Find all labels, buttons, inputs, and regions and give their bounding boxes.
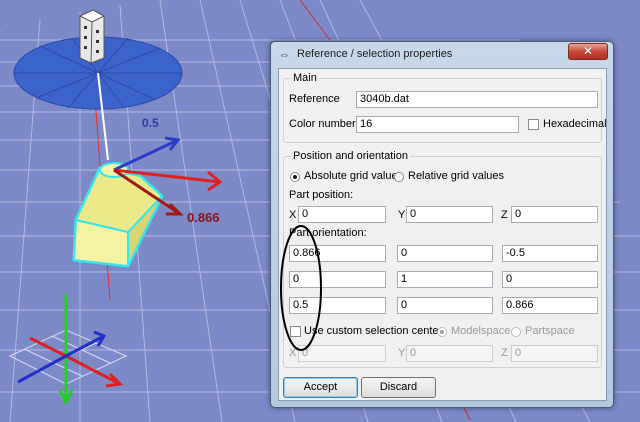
dialog-title: Reference / selection properties [297, 48, 453, 60]
scene-label-top: 0.5 [142, 116, 159, 130]
center-z-label: Z [501, 347, 508, 359]
partspace-radio[interactable] [511, 327, 521, 337]
orientation-r3c2-field[interactable]: 0 [397, 297, 493, 314]
center-y-field[interactable]: 0 [406, 345, 493, 362]
position-orientation-group: Position and orientation Absolute grid v… [283, 150, 602, 368]
orientation-r2c3-field[interactable]: 0 [502, 271, 598, 288]
position-x-field[interactable]: 0 [298, 206, 386, 223]
main-group: Main Reference 3040b.dat Color number 16… [283, 72, 607, 143]
orientation-r1c2-field[interactable]: 0 [397, 245, 493, 262]
partspace-label: Partspace [525, 325, 575, 337]
reference-field[interactable]: 3040b.dat [356, 91, 598, 108]
main-group-label: Main [291, 72, 319, 84]
annotation-ellipse [280, 225, 322, 351]
position-z-field[interactable]: 0 [511, 206, 598, 223]
position-z-label: Z [501, 209, 508, 221]
close-button[interactable]: ✕ [568, 43, 608, 60]
orientation-r2c2-field[interactable]: 1 [397, 271, 493, 288]
scene-label-right: 0.866 [187, 210, 220, 225]
tower-block [78, 9, 106, 64]
modelspace-radio[interactable] [437, 327, 447, 337]
center-y-label: Y [398, 347, 406, 359]
reference-label: Reference [289, 93, 340, 105]
position-group-label: Position and orientation [291, 150, 410, 162]
position-y-field[interactable]: 0 [406, 206, 493, 223]
relative-grid-radio[interactable] [394, 172, 404, 182]
selected-brick [72, 162, 164, 268]
orientation-r3c3-field[interactable]: 0.866 [502, 297, 598, 314]
hexadecimal-checkbox[interactable] [528, 119, 539, 130]
center-z-field[interactable]: 0 [511, 345, 598, 362]
move-arrows-icon: ⇔ [279, 49, 290, 61]
color-number-label: Color number [289, 118, 356, 130]
hexadecimal-label: Hexadecimal [543, 118, 607, 130]
discard-button[interactable]: Discard [361, 377, 436, 398]
position-x-label: X [289, 209, 297, 221]
absolute-grid-radio[interactable] [290, 172, 300, 182]
accept-button[interactable]: Accept [283, 377, 358, 398]
absolute-grid-label: Absolute grid values [304, 170, 404, 182]
dialog-body: Main Reference 3040b.dat Color number 16… [278, 68, 607, 401]
modelspace-label: Modelspace [451, 325, 511, 337]
orientation-r1c3-field[interactable]: -0.5 [502, 245, 598, 262]
color-number-field[interactable]: 16 [356, 116, 519, 133]
dialog-titlebar[interactable]: ⇔ Reference / selection properties ✕ [271, 42, 613, 68]
relative-grid-label: Relative grid values [408, 170, 504, 182]
part-position-label: Part position: [289, 189, 354, 201]
position-y-label: Y [398, 209, 406, 221]
